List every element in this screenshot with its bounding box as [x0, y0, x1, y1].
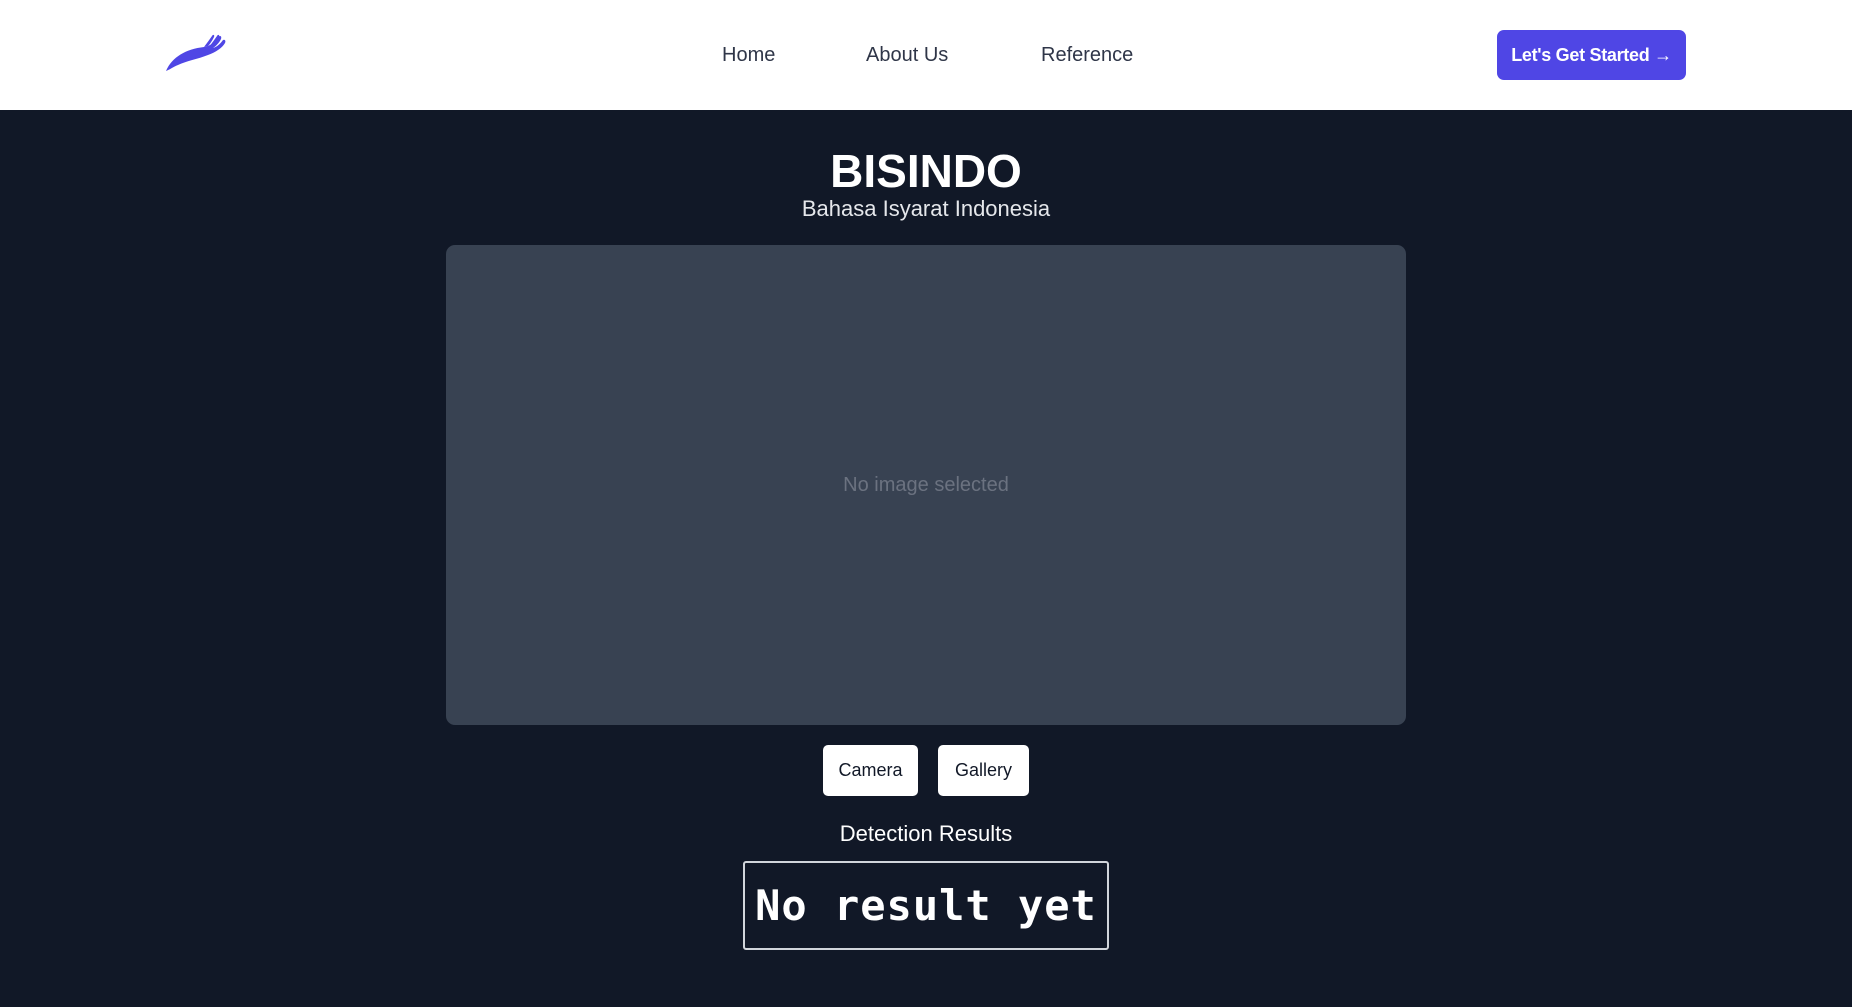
page-subtitle: Bahasa Isyarat Indonesia	[801, 196, 1051, 221]
image-source-buttons: Camera Gallery	[0, 745, 1852, 796]
navbar: Home About Us Reference Let's Get Starte…	[0, 0, 1852, 110]
nav-link-about-us[interactable]: About Us	[866, 42, 948, 68]
camera-button[interactable]: Camera	[823, 745, 918, 796]
nav-link-home[interactable]: Home	[722, 42, 775, 68]
image-placeholder-text: No image selected	[843, 473, 1009, 496]
nav-link-reference[interactable]: Reference	[1041, 42, 1133, 68]
gallery-button[interactable]: Gallery	[938, 745, 1029, 796]
main-content: BISINDO Bahasa Isyarat Indonesia No imag…	[0, 110, 1852, 1007]
get-started-button[interactable]: Let's Get Started →	[1497, 30, 1686, 80]
detection-results-heading: Detection Results	[839, 821, 1013, 846]
detection-result-box: No result yet	[743, 861, 1109, 950]
image-preview-panel: No image selected	[446, 245, 1406, 725]
detection-result-text: No result yet	[755, 881, 1097, 930]
page-title: BISINDO	[830, 145, 1022, 197]
